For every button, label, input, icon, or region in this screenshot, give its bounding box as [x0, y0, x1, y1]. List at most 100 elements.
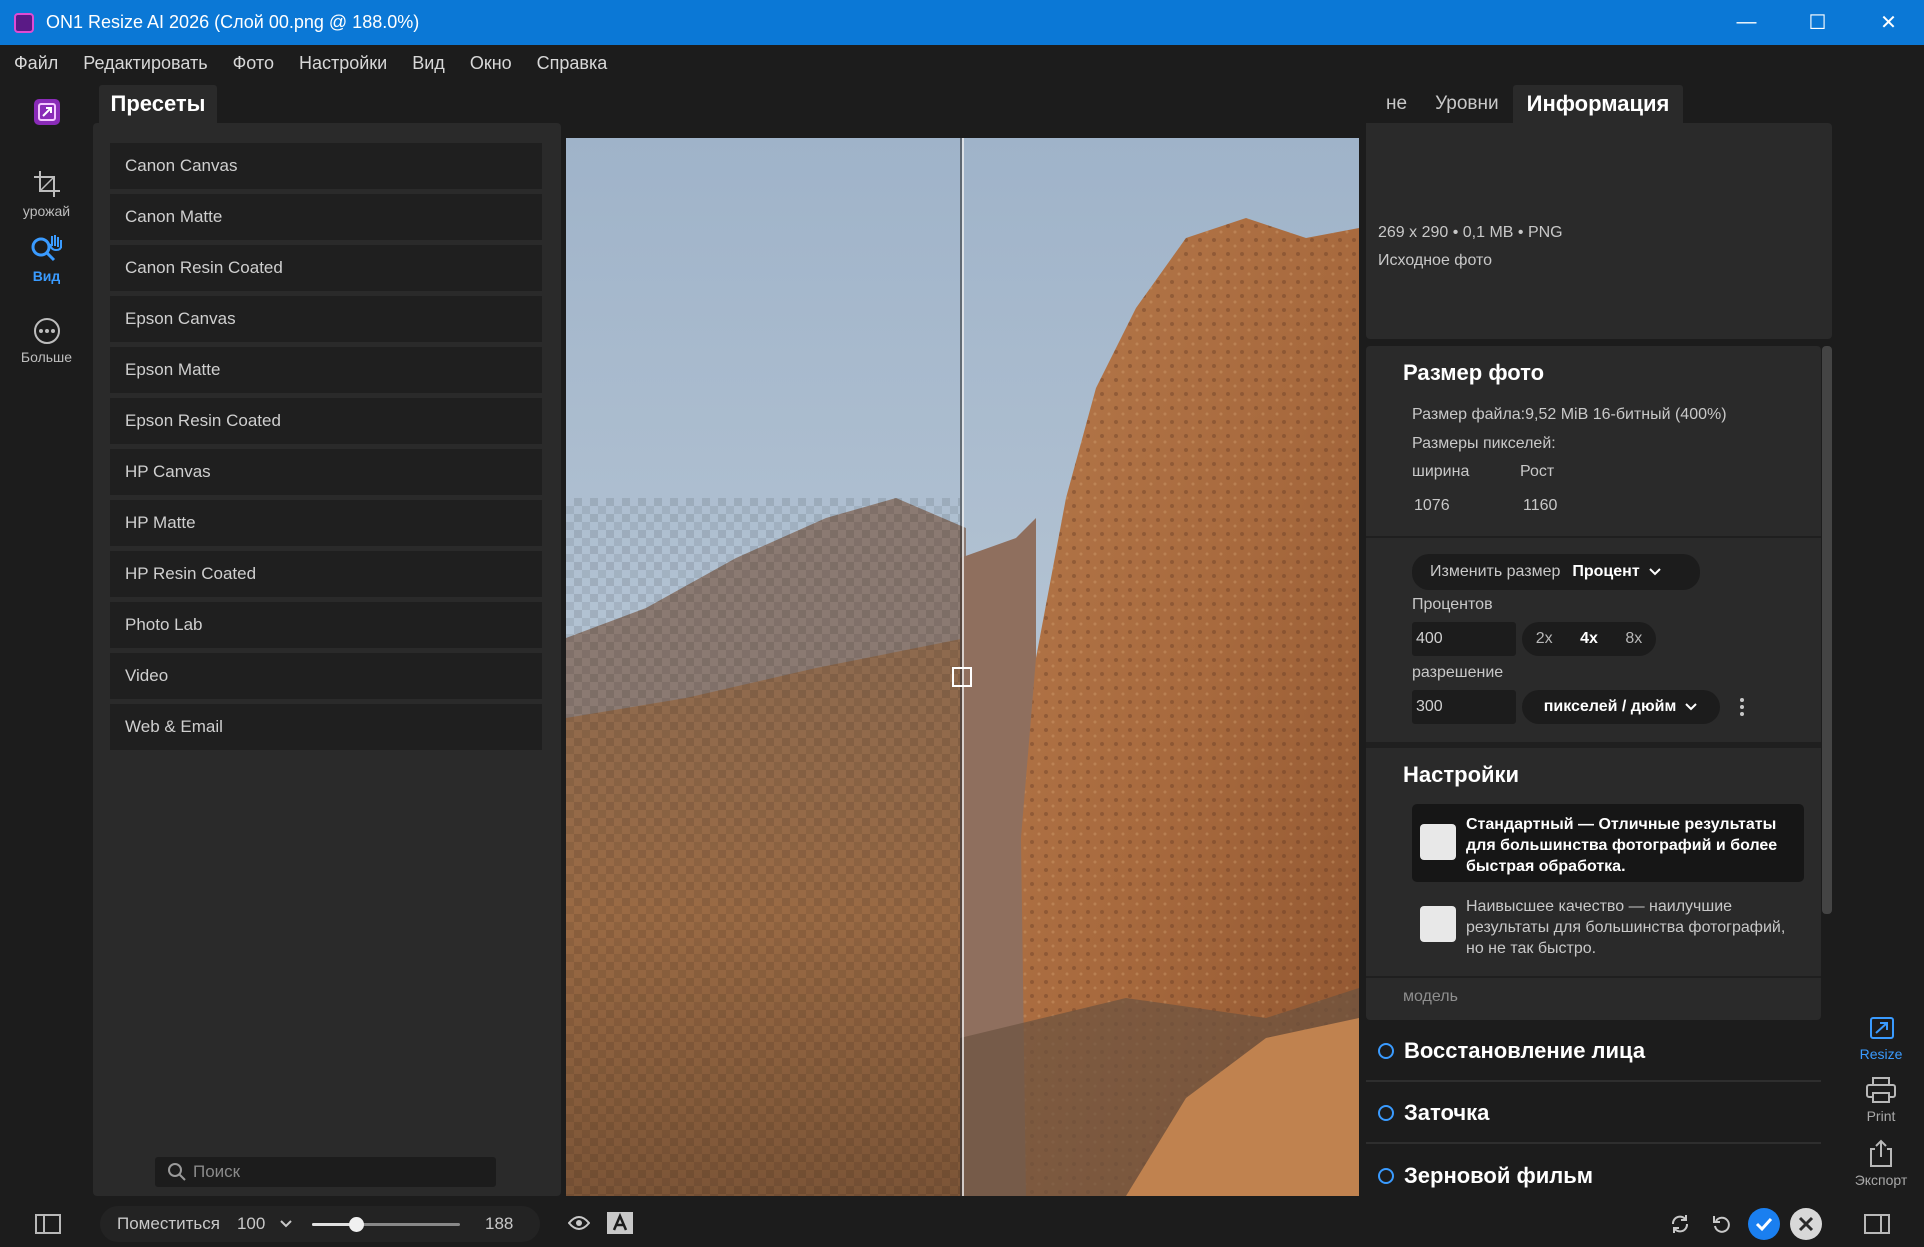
menu-settings[interactable]: Настройки	[299, 53, 387, 74]
more-tool[interactable]: Больше	[0, 317, 93, 365]
close-button[interactable]: ✕	[1853, 0, 1924, 45]
view-tool[interactable]: Вид	[0, 234, 93, 284]
preset-item[interactable]: Video	[110, 653, 542, 699]
reset-icon[interactable]	[1711, 1213, 1733, 1235]
section-sharpening-title: Заточка	[1404, 1100, 1490, 1125]
turtle-icon	[1420, 906, 1456, 942]
menu-file[interactable]: Файл	[14, 53, 58, 74]
module-export-label: Экспорт	[1854, 1172, 1908, 1188]
preset-item[interactable]: Epson Canvas	[110, 296, 542, 342]
menu-view[interactable]: Вид	[412, 53, 445, 74]
export-icon	[1870, 1139, 1892, 1167]
crop-tool[interactable]: урожай	[0, 169, 93, 219]
rabbit-icon	[1420, 824, 1456, 860]
preset-search-input[interactable]: Поиск	[155, 1157, 496, 1187]
section-face-recovery-title: Восстановление лица	[1404, 1038, 1646, 1063]
menu-bar: Файл Редактировать Фото Настройки Вид Ок…	[0, 45, 1924, 81]
preset-item[interactable]: Photo Lab	[110, 602, 542, 648]
toggle-circle-icon[interactable]	[1378, 1168, 1394, 1184]
menu-window[interactable]: Окно	[470, 53, 512, 74]
section-face-recovery[interactable]: Восстановление лица	[1366, 1022, 1821, 1082]
minimize-button[interactable]: —	[1711, 0, 1782, 45]
section-sharpening[interactable]: Заточка	[1366, 1084, 1821, 1144]
sync-icon[interactable]	[1669, 1213, 1691, 1235]
eye-icon[interactable]	[568, 1215, 590, 1231]
zoom-slider[interactable]	[312, 1217, 460, 1232]
model-label: модель	[1403, 988, 1458, 1005]
module-export[interactable]: Экспорт	[1838, 1138, 1924, 1188]
presets-tab[interactable]: Пресеты	[99, 85, 217, 123]
height-value: 1160	[1523, 497, 1558, 514]
mode-standard[interactable]: Стандартный — Отличные результаты для бо…	[1412, 804, 1804, 882]
toggle-circle-icon[interactable]	[1378, 1105, 1394, 1121]
fit-button[interactable]: Поместиться	[117, 1214, 220, 1234]
cancel-x-icon[interactable]	[1789, 1207, 1823, 1241]
view-tool-label: Вид	[32, 268, 61, 284]
maximize-button[interactable]: ☐	[1782, 0, 1853, 45]
panel-scrollbar[interactable]	[1822, 346, 1832, 914]
preset-item[interactable]: Epson Resin Coated	[110, 398, 542, 444]
preset-item[interactable]: Canon Canvas	[110, 143, 542, 189]
resize-ai-icon	[1870, 1017, 1894, 1039]
multiplier-2x[interactable]: 2x	[1536, 630, 1553, 648]
resolution-unit-dropdown[interactable]: пикселей / дюйм	[1522, 690, 1720, 724]
section-film-grain-title: Зерновой фильм	[1404, 1163, 1594, 1188]
printer-icon	[1866, 1077, 1896, 1103]
resize-mode-label: Изменить размер	[1430, 563, 1561, 580]
module-print[interactable]: Print	[1838, 1076, 1924, 1124]
menu-edit[interactable]: Редактировать	[83, 53, 207, 74]
resolution-input[interactable]: 300	[1412, 690, 1516, 724]
preset-item[interactable]: Canon Matte	[110, 194, 542, 240]
pixel-dims-label: Размеры пикселей:	[1412, 435, 1556, 452]
preset-item[interactable]: HP Canvas	[110, 449, 542, 495]
resize-mode-dropdown[interactable]: Изменить размер Процент	[1412, 554, 1700, 590]
preset-item[interactable]: HP Matte	[110, 500, 542, 546]
multiplier-4x[interactable]: 4x	[1580, 630, 1598, 648]
chevron-down-icon	[1685, 703, 1698, 711]
crop-icon	[33, 171, 60, 197]
percent-input[interactable]: 400	[1412, 622, 1516, 656]
info-source-label: Исходное фото	[1378, 252, 1493, 269]
settings-title: Настройки	[1403, 762, 1520, 787]
preset-item[interactable]: Canon Resin Coated	[110, 245, 542, 291]
app-icon	[14, 12, 34, 33]
preset-item[interactable]: Web & Email	[110, 704, 542, 750]
search-icon	[168, 1163, 186, 1181]
panel-toggle-right-icon[interactable]	[1864, 1214, 1890, 1234]
menu-help[interactable]: Справка	[537, 53, 608, 74]
tab-info[interactable]: Информация	[1512, 85, 1684, 123]
info-file-details: 269 x 290 • 0,1 MB • PNG	[1378, 224, 1563, 241]
presets-panel: Canon Canvas Canon Matte Canon Resin Coa…	[93, 123, 561, 1196]
kebab-menu-icon[interactable]	[1738, 696, 1746, 718]
toggle-circle-icon[interactable]	[1378, 1043, 1394, 1059]
apply-check-icon[interactable]	[1747, 1207, 1781, 1241]
resize-panel: Размер фото Размер файла:9,52 MiB 16-бит…	[1366, 346, 1821, 1020]
resize-ai-logo-icon	[33, 99, 60, 125]
multiplier-group: 2x 4x 8x	[1522, 622, 1656, 656]
compare-icon[interactable]	[606, 1211, 634, 1235]
tab-ne[interactable]: не	[1372, 85, 1421, 123]
multiplier-8x[interactable]: 8x	[1625, 630, 1642, 648]
preset-item[interactable]: HP Resin Coated	[110, 551, 542, 597]
search-placeholder: Поиск	[193, 1162, 241, 1181]
panel-toggle-left-icon[interactable]	[35, 1214, 61, 1234]
chevron-down-icon	[1648, 568, 1661, 576]
chevron-down-icon[interactable]	[279, 1219, 293, 1229]
section-film-grain[interactable]: Зерновой фильм	[1366, 1146, 1821, 1206]
module-resize[interactable]: Resize	[1838, 1014, 1924, 1062]
preset-item[interactable]: Epson Matte	[110, 347, 542, 393]
width-label: ширина	[1412, 463, 1470, 480]
divider	[1366, 536, 1821, 538]
mode-standard-text: Стандартный — Отличные результаты для бо…	[1466, 816, 1778, 875]
menu-photo[interactable]: Фото	[233, 53, 274, 74]
zoom-hand-icon	[31, 235, 62, 262]
width-value: 1076	[1414, 497, 1450, 514]
zoom-preset[interactable]: 100	[237, 1214, 265, 1234]
divider	[1366, 742, 1821, 748]
zoom-slider-knob[interactable]	[349, 1217, 365, 1232]
tab-levels[interactable]: Уровни	[1421, 85, 1513, 123]
title-bar: ON1 Resize AI 2026 (Слой 00.png @ 188.0%…	[0, 0, 1924, 45]
photo-canvas[interactable]	[566, 138, 1359, 1196]
mode-highest-quality[interactable]: Наивысшее качество — наилучшие результат…	[1412, 886, 1804, 964]
crop-tool-label: урожай	[22, 203, 71, 219]
